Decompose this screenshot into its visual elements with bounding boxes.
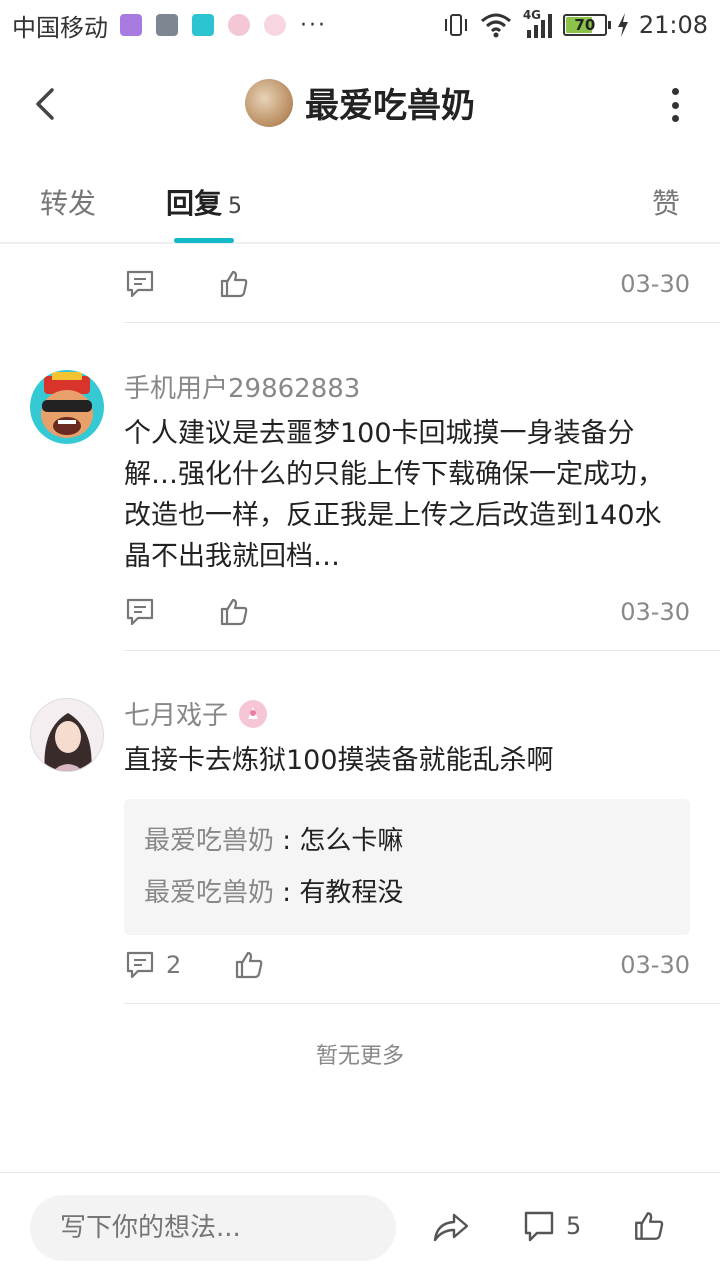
post-date: 03-30 [620,270,690,298]
thumbs-up-icon [236,951,263,979]
divider [124,1003,720,1004]
tab-reply[interactable]: 回复 5 [166,182,242,222]
like-button[interactable] [632,1209,666,1243]
comment-button[interactable] [124,596,156,628]
wifi-icon [480,13,511,38]
camera-app-icon [228,14,250,36]
thumbs-up-icon [635,1212,664,1240]
comment-button[interactable] [124,268,156,300]
sub-reply[interactable]: 最爱吃兽奶 : 怎么卡嘛 [144,815,670,867]
gallery-app-icon [120,14,142,36]
flower-app-icon [264,14,286,36]
sub-reply-author[interactable]: 最爱吃兽奶 [144,826,274,856]
comments-button[interactable]: 5 [522,1209,581,1243]
more-notifications-icon: ··· [300,12,327,38]
reply-content: 个人建议是去噩梦100卡回城摸一身装备分解…强化什么的只能上传下载确保一定成功，… [124,418,664,572]
user-avatar[interactable] [245,78,293,127]
sub-replies[interactable]: 最爱吃兽奶 : 怎么卡嘛 最爱吃兽奶 : 有教程没 [124,799,690,935]
charging-icon [617,13,628,37]
title-area: 最爱吃兽奶 [0,78,720,127]
username[interactable]: 手机用户29862883 [124,368,360,405]
reply-content: 直接卡去炼狱100摸装备就能乱杀啊 [124,745,554,776]
avatar-image [41,372,93,438]
sub-reply-separator: : [274,878,300,908]
signal-indicator: 4G [523,8,553,40]
like-button[interactable] [233,949,265,981]
divider [124,322,720,323]
signal-icon [526,14,552,38]
post-actions: 03-30 [124,264,690,304]
tab-reply-count: 5 [228,194,243,219]
game-app-icon [156,14,178,36]
sub-reply-author[interactable]: 最爱吃兽奶 [144,878,274,908]
comment-icon [126,951,154,979]
share-button[interactable] [432,1209,470,1245]
comment-count: 2 [166,951,182,979]
post-actions: 2 03-30 [124,945,690,985]
comment-icon [126,270,154,298]
comment-icon [524,1211,554,1242]
header: 最爱吃兽奶 [0,50,720,158]
username-text: 手机用户29862883 [124,374,361,404]
divider [124,650,720,651]
more-options-icon[interactable] [672,88,680,122]
no-more-label: 暂无更多 [315,1044,404,1069]
tab-bar: 转发 回复 5 赞 [0,158,720,244]
carrier-label: 中国移动 [12,13,108,42]
battery-icon: 70 [562,14,611,36]
comment-input[interactable] [30,1195,396,1261]
username[interactable]: 七月戏子 [124,695,268,732]
thumbs-up-icon [220,598,248,626]
vibrate-icon [444,14,467,36]
tab-forward-label: 转发 [40,187,97,220]
sub-reply-separator: : [274,826,300,856]
comment-button[interactable]: 2 [124,949,181,981]
taptap-app-icon [192,14,214,36]
username-text: 七月戏子 [124,701,229,731]
clock: 21:08 [638,11,708,39]
comments-count: 5 [566,1212,582,1240]
post-date: 03-30 [620,951,690,979]
comment-icon [126,598,154,626]
user-avatar[interactable] [30,698,104,772]
bottom-bar: 5 [0,1172,720,1280]
page-title: 最爱吃兽奶 [305,86,475,126]
user-avatar[interactable] [30,370,104,444]
tab-like-label: 赞 [652,187,681,220]
thumbs-up-icon [220,270,248,298]
status-bar: 中国移动 ··· 4G 70 21:08 [0,0,720,50]
tab-forward[interactable]: 转发 [40,182,96,222]
avatar-image [44,713,92,771]
like-button[interactable] [218,268,250,300]
tab-indicator [174,238,234,243]
post-actions: 03-30 [124,592,690,632]
tab-reply-label: 回复 [166,187,223,220]
share-icon [433,1213,469,1242]
post-date: 03-30 [620,598,690,626]
sub-reply-text: 怎么卡嘛 [299,826,404,856]
sub-reply[interactable]: 最爱吃兽奶 : 有教程没 [144,867,670,919]
verified-badge-icon [239,699,268,728]
like-button[interactable] [218,596,250,628]
sub-reply-text: 有教程没 [299,878,404,908]
tab-like[interactable]: 赞 [652,182,680,222]
battery-level: 70 [574,16,596,34]
